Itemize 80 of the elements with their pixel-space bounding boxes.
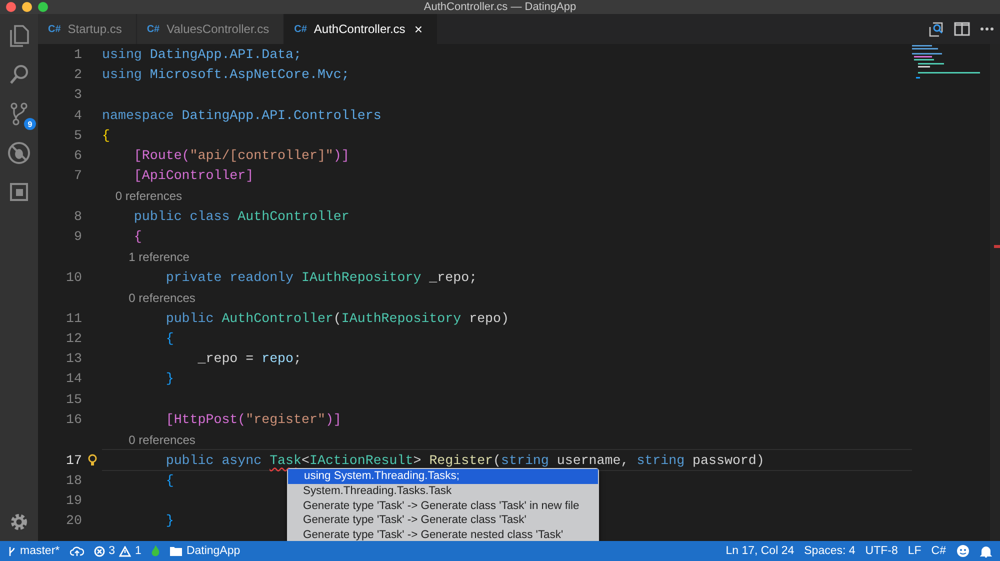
zoom-window-button[interactable] [38, 2, 48, 12]
line-number: 14 [65, 371, 82, 386]
line-number: 3 [73, 87, 82, 102]
status-item[interactable]: UTF-8 [865, 545, 898, 557]
bell-icon[interactable] [980, 544, 992, 558]
quick-fix-item[interactable]: Generate type 'Task' -> Generate class 'Task' [287, 513, 599, 528]
code-line: { [102, 128, 110, 143]
minimap-drawing[interactable] [910, 44, 980, 80]
editor-tab[interactable]: C# Startup.cs [38, 14, 137, 44]
smiley-icon[interactable] [956, 544, 970, 558]
quick-fix-item[interactable]: using System.Threading.Tasks; [288, 469, 598, 484]
warning-icon [119, 546, 132, 556]
code-line: } [164, 371, 174, 386]
line-number: 20 [65, 513, 82, 528]
line-number: 10 [65, 270, 82, 285]
error-marker [994, 245, 1000, 248]
line-number: 17 [65, 452, 82, 468]
code-line: public async Task<IActionResult> Register(string username, string password) [164, 452, 764, 468]
open-preview-icon[interactable] [928, 21, 944, 37]
line-number: 5 [73, 128, 82, 143]
branch-icon [8, 546, 16, 556]
line-number: 2 [73, 66, 82, 82]
code-line: public AuthController(IAuthRepository repo) [164, 310, 509, 326]
line-number: 9 [73, 229, 82, 244]
editor-tab[interactable]: C# ValuesController.cs [136, 14, 284, 44]
references-codelens[interactable]: 0 references [102, 290, 196, 305]
code-line: _repo = repo; [196, 351, 302, 366]
code-line: [ApiController] [132, 168, 254, 184]
quick-fix-item[interactable]: Generate type 'Task' -> Generate class 'Task' in new file [287, 498, 599, 514]
references-codelens[interactable]: 0 references [102, 189, 182, 204]
folder-item[interactable]: DatingApp [170, 545, 240, 557]
editor-tab[interactable]: C# AuthController.cs × [284, 14, 438, 44]
line-number: 15 [65, 392, 82, 407]
status-item[interactable]: LF [908, 545, 922, 557]
source-control-icon[interactable] [8, 102, 30, 126]
code-line: [Route("api/[controller]")] [132, 148, 350, 164]
files-icon[interactable] [8, 24, 30, 48]
line-number: 11 [65, 310, 82, 326]
code-line: private readonly IAuthRepository _repo; [164, 270, 478, 285]
line-number: 13 [65, 351, 82, 366]
line-number: 8 [73, 209, 82, 224]
line-number: 16 [65, 412, 82, 427]
more-actions-icon[interactable] [980, 27, 994, 31]
folder-icon [170, 546, 182, 556]
lightbulb-icon[interactable] [88, 454, 96, 466]
extensions-icon[interactable] [8, 180, 30, 204]
changes-count-badge: 9 [24, 118, 36, 130]
line-number: 12 [65, 330, 82, 346]
code-line: } [164, 513, 174, 528]
code-line: { [164, 330, 174, 346]
problems-item[interactable]: 3 1 [94, 545, 142, 557]
line-number: 19 [65, 493, 82, 508]
no-bug-icon[interactable] [7, 141, 31, 165]
status-item[interactable]: Ln 17, Col 24 [726, 545, 794, 557]
line-number: 4 [73, 108, 82, 123]
window-title: AuthController.cs — DatingApp [424, 1, 576, 13]
code-line: [HttpPost("register")] [164, 412, 342, 427]
quick-fix-item[interactable]: System.Threading.Tasks.Task [287, 484, 599, 499]
code-line: using DatingApp.API.Data; [102, 46, 302, 62]
code-line: { [164, 472, 174, 488]
line-number: 6 [73, 148, 82, 164]
quick-fix-item[interactable]: Generate type 'Task' -> Generate nested class 'Task' [287, 528, 599, 541]
code-line: using Microsoft.AspNetCore.Mvc; [102, 66, 350, 82]
line-number: 18 [65, 472, 82, 488]
references-codelens[interactable]: 1 reference [102, 250, 190, 264]
minimize-window-button[interactable] [22, 2, 32, 12]
cloud-upload-icon[interactable] [70, 546, 84, 556]
settings-icon[interactable] [10, 513, 28, 531]
close-window-button[interactable] [6, 2, 16, 12]
branch-item[interactable]: master* [8, 545, 60, 557]
references-codelens[interactable]: 0 references [102, 432, 196, 447]
error-icon [94, 546, 105, 556]
status-item[interactable]: C# [931, 545, 946, 557]
code-line: { [132, 229, 142, 244]
line-number: 7 [73, 168, 82, 184]
code-line: public class AuthController [132, 209, 350, 224]
split-editor-icon[interactable] [954, 22, 970, 36]
line-number: 1 [73, 46, 82, 62]
code-line: namespace DatingApp.API.Controllers [102, 108, 382, 123]
status-item[interactable]: Spaces: 4 [804, 545, 856, 557]
